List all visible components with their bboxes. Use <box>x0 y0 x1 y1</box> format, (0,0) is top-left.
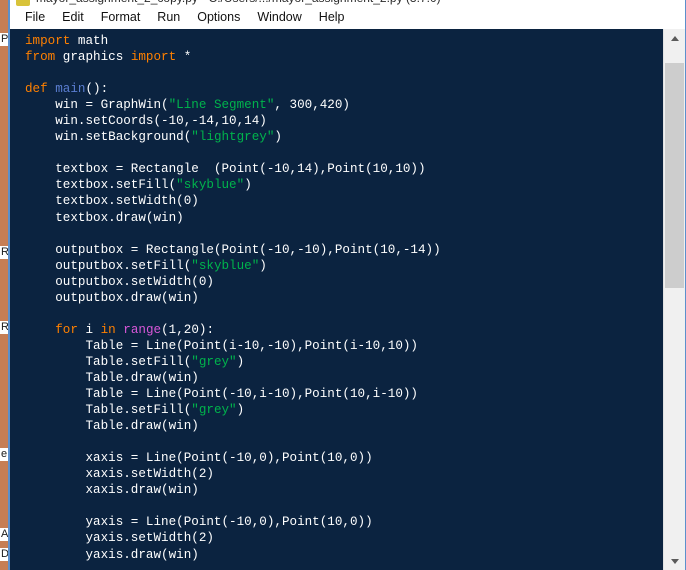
code-token: main <box>55 82 86 97</box>
code-token: xaxis.draw(win) <box>25 483 199 498</box>
code-token: Table.draw(win) <box>25 419 199 434</box>
code-token: yaxis.draw(win) <box>25 547 199 562</box>
code-token: "grey" <box>191 403 237 418</box>
code-token: ) <box>236 403 245 418</box>
code-token: import <box>130 50 177 65</box>
vertical-scrollbar[interactable] <box>663 29 685 570</box>
code-token: (): <box>85 82 109 97</box>
code-token: xaxis = Line(Point(-10,0),Point(10,0)) <box>25 451 373 466</box>
code-token: yaxis.setWidth(2) <box>25 531 214 546</box>
code-token: yaxis = Line(Point(-10,0),Point(10,0)) <box>25 515 373 530</box>
code-token: * <box>176 50 192 65</box>
code-token: outputbox.setFill( <box>25 258 192 273</box>
code-token: Table.setFill( <box>25 403 192 418</box>
code-token: ) <box>236 354 245 369</box>
code-token: Table = Line(Point(-10,i-10),Point(10,i-… <box>25 387 418 402</box>
window-title: mayor_assignment_2_copy.py - C:/Users/..… <box>36 0 441 5</box>
code-token: i <box>77 322 101 337</box>
scroll-up-button[interactable] <box>664 29 685 47</box>
code-token: , 300,420) <box>274 98 350 113</box>
code-token: textbox.setWidth(0) <box>25 194 199 209</box>
code-token: "grey" <box>191 354 237 369</box>
code-token: (1,20): <box>161 322 214 337</box>
code-token: outputbox.draw(win) <box>25 290 199 305</box>
menu-item-window[interactable]: Window <box>249 9 310 27</box>
code-token: xaxis.setWidth(2) <box>25 467 214 482</box>
code-token: range <box>123 322 162 337</box>
code-token: Table = Line(Point(i-10,-10),Point(i-10,… <box>25 338 418 353</box>
editor-area: import math from graphics import * def m… <box>10 29 685 570</box>
chevron-up-icon <box>670 35 679 41</box>
window-left-border <box>8 0 10 570</box>
code-editor-text-area[interactable]: import math from graphics import * def m… <box>10 29 663 570</box>
menu-item-help[interactable]: Help <box>311 9 354 27</box>
code-token: outputbox = Rectangle(Point(-10,-10),Poi… <box>25 242 441 257</box>
code-token: "Line Segment" <box>168 98 275 113</box>
code-token: "skyblue" <box>176 178 245 193</box>
code-token: Table.setFill( <box>25 354 192 369</box>
code-token: from <box>25 50 56 65</box>
code-token: "skyblue" <box>191 258 260 273</box>
code-token: win = GraphWin( <box>25 98 169 113</box>
code-token: textbox.setFill( <box>25 178 177 193</box>
code-token: graphics <box>55 50 131 65</box>
menu-item-format[interactable]: Format <box>93 9 150 27</box>
code-token: win.setBackground( <box>25 130 192 145</box>
code-token: ) <box>244 178 252 193</box>
code-token: import <box>25 34 71 48</box>
menu-item-file[interactable]: File <box>17 9 54 27</box>
code-token: in <box>100 322 116 337</box>
code-token: outputbox.setWidth(0) <box>25 274 214 289</box>
title-bar[interactable]: mayor_assignment_2_copy.py - C:/Users/..… <box>10 0 685 7</box>
menu-item-run[interactable]: Run <box>149 9 189 27</box>
code-token: textbox.draw(win) <box>25 210 184 225</box>
code-token: win.setCoords(-10,-14,10,14) <box>25 114 267 129</box>
code-token: def <box>25 82 48 97</box>
code-token: for <box>55 322 78 337</box>
python-idle-icon <box>16 0 30 6</box>
code-token: "lightgrey" <box>191 130 275 145</box>
menu-item-edit[interactable]: Edit <box>54 9 93 27</box>
idle-editor-window: mayor_assignment_2_copy.py - C:/Users/..… <box>9 0 686 570</box>
code-token: ) <box>274 130 282 145</box>
menu-bar: File Edit Format Run Options Window Help <box>10 7 685 29</box>
source-code: import math from graphics import * def m… <box>25 33 663 563</box>
code-token: ) <box>259 258 267 273</box>
menu-item-options[interactable]: Options <box>189 9 249 27</box>
code-token: Table.draw(win) <box>25 370 199 385</box>
scrollbar-thumb[interactable] <box>665 63 684 288</box>
code-token: textbox = Rectangle (Point(-10,14),Point… <box>25 162 426 177</box>
chevron-down-icon <box>670 558 679 564</box>
scroll-down-button[interactable] <box>664 552 685 570</box>
code-token: math <box>70 34 109 48</box>
